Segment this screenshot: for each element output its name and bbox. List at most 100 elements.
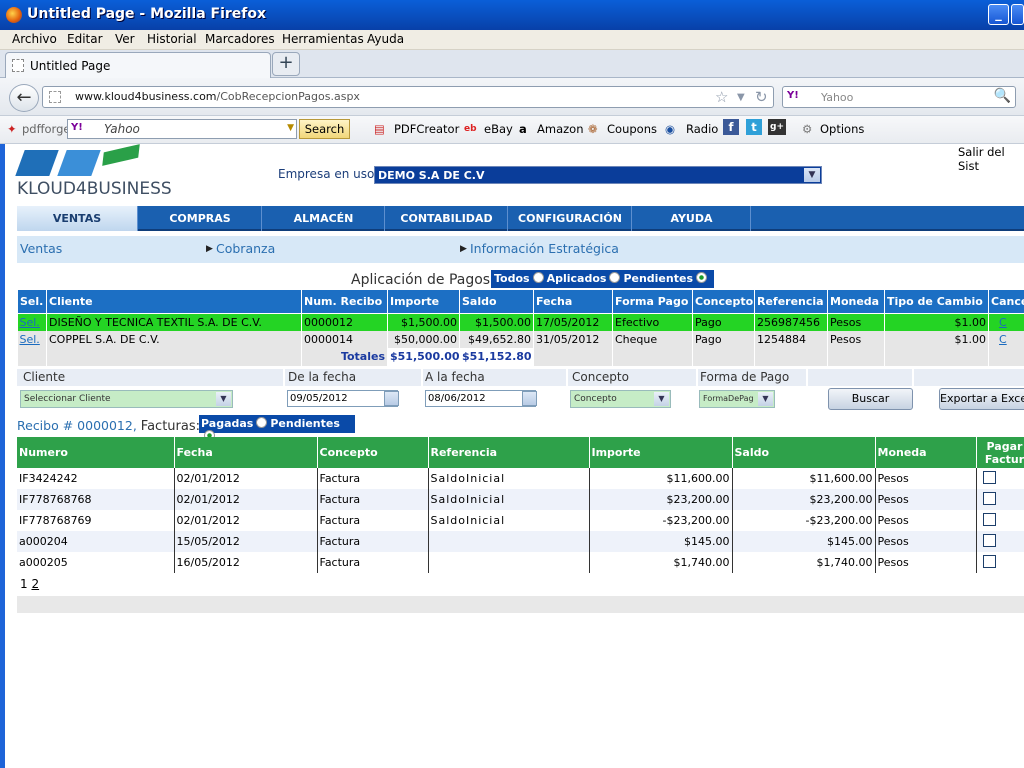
facebook-icon[interactable]: f [723, 119, 739, 135]
calendar-icon[interactable] [384, 391, 399, 406]
menu-ayuda[interactable]: Ayuda [367, 32, 404, 46]
calendar-icon[interactable] [522, 391, 537, 406]
chevron-down-icon[interactable]: ▼ [804, 168, 820, 182]
forma-select[interactable]: FormaDePag ▼ [699, 390, 775, 408]
exportar-button[interactable]: Exportar a Exce [939, 388, 1024, 410]
total-saldo: $51,152.80 [459, 347, 534, 366]
filter-pendientes-label: Pendientes [623, 272, 693, 285]
pdfforge-search-button[interactable]: Search [299, 119, 350, 139]
bookmark-star-icon[interactable]: ☆ [715, 88, 728, 106]
desde-date-input[interactable]: 09/05/2012 [287, 390, 399, 407]
table-header-row: Numero Fecha Concepto Referencia Importe… [17, 437, 1024, 468]
radio-link[interactable]: Radio [686, 122, 718, 136]
buscar-button[interactable]: Buscar [828, 388, 913, 410]
menu-ver[interactable]: Ver [115, 32, 135, 46]
menu-historial[interactable]: Historial [147, 32, 197, 46]
cancel-link[interactable]: C [999, 316, 1007, 329]
filter-aplicados-radio[interactable] [609, 272, 621, 283]
coupons-icon: ❁ [588, 122, 598, 136]
minimize-button[interactable]: _ [988, 4, 1009, 25]
pay-checkbox[interactable] [982, 491, 996, 505]
options-menu[interactable]: Options [820, 122, 864, 136]
empresa-select[interactable]: DEMO S.A DE C.V ▼ [374, 166, 822, 184]
col-cliente: Cliente [46, 289, 302, 314]
menu-archivo[interactable]: Archivo [12, 32, 57, 46]
chevron-down-icon[interactable]: ▼ [287, 123, 294, 133]
col-moneda: Moneda [827, 289, 885, 314]
hasta-date-input[interactable]: 08/06/2012 [425, 390, 537, 407]
new-tab-button[interactable]: + [272, 52, 300, 76]
cliente-label: Cliente [23, 370, 66, 384]
tab-untitled-page[interactable]: Untitled Page [5, 52, 271, 78]
pay-checkbox[interactable] [982, 554, 996, 568]
menu-herramientas[interactable]: Herramientas [282, 32, 364, 46]
subnav-ventas[interactable]: Ventas [20, 241, 62, 256]
payment-filter: Todos Aplicados Pendientes [491, 270, 714, 288]
back-button[interactable]: ← [9, 84, 39, 112]
col-tipo-cambio: Tipo de Cambio [884, 289, 989, 314]
col-sel: Sel. [17, 289, 47, 314]
coupons-link[interactable]: Coupons [607, 122, 657, 136]
table-row: IF778768768 02/01/2012 Factura SaldoInic… [17, 489, 1024, 510]
twitter-icon[interactable]: t [746, 119, 762, 135]
pay-checkbox[interactable] [982, 533, 996, 547]
reload-icon[interactable]: ↻ [755, 88, 768, 106]
search-input[interactable]: Yahoo [821, 91, 853, 104]
chevron-down-icon[interactable]: ▼ [758, 392, 773, 406]
cliente-select[interactable]: Seleccionar Cliente ▼ [20, 390, 233, 408]
col-moneda: Moneda [875, 437, 977, 468]
recibo-line: Recibo # 0000012, Facturas: [17, 418, 200, 434]
col-cancel: Cancel [988, 289, 1024, 314]
ebay-link[interactable]: eBay [484, 122, 513, 136]
chevron-down-icon[interactable]: ▼ [654, 392, 669, 406]
history-dropdown-icon[interactable]: ▼ [737, 92, 745, 103]
search-bar[interactable]: Y! Yahoo 🔍 [782, 86, 1016, 108]
table-header-row: Sel. Cliente Num. Recibo Importe Saldo F… [17, 289, 1024, 314]
nav-ventas[interactable]: VENTAS [17, 206, 138, 231]
amazon-link[interactable]: Amazon [537, 122, 583, 136]
concepto-select[interactable]: Concepto ▼ [570, 390, 671, 408]
pay-checkbox[interactable] [982, 470, 996, 484]
chevron-down-icon[interactable]: ▼ [216, 392, 231, 406]
google-plus-icon[interactable]: g+ [768, 119, 786, 135]
select-link[interactable]: Sel. [20, 316, 40, 329]
filter-todos-label: Todos [494, 272, 530, 285]
subnav-informacion[interactable]: Información Estratégica [470, 241, 619, 256]
nav-configuracion[interactable]: CONFIGURACIÓN [509, 206, 632, 231]
sub-nav: Ventas ▶ Cobranza ▶ Información Estratég… [17, 236, 1024, 263]
filter-pendientes-radio[interactable] [696, 272, 707, 283]
filter-todos-radio[interactable] [532, 272, 544, 283]
nav-almacen[interactable]: ALMACÉN [263, 206, 385, 231]
url-text: www.kloud4business.com/CobRecepcionPagos… [75, 90, 360, 103]
options-gear-icon: ⚙ [802, 122, 813, 136]
table-row: a000205 16/05/2012 Factura $1,740.00 $1,… [17, 552, 1024, 573]
nav-ayuda[interactable]: AYUDA [633, 206, 751, 231]
logout-link[interactable]: Salir del Sist [958, 145, 1024, 173]
maximize-button[interactable] [1011, 4, 1024, 25]
select-link[interactable]: Sel. [20, 333, 40, 346]
page-title: Aplicación de Pagos [351, 272, 491, 288]
pdfforge-search-input[interactable]: Y! Yahoo ▼ [67, 119, 297, 139]
pdfforge-brand[interactable]: pdfforge [22, 122, 70, 136]
subnav-cobranza[interactable]: Cobranza [216, 241, 275, 256]
recibo-link[interactable]: Recibo # 0000012, [17, 418, 137, 433]
url-bar[interactable]: www.kloud4business.com/CobRecepcionPagos… [42, 86, 774, 108]
menu-editar[interactable]: Editar [67, 32, 103, 46]
page-link-2[interactable]: 2 [31, 577, 39, 591]
table-row: IF778768769 02/01/2012 Factura SaldoInic… [17, 510, 1024, 531]
nav-compras[interactable]: COMPRAS [139, 206, 262, 231]
menu-marcadores[interactable]: Marcadores [205, 32, 275, 46]
totals-label: Totales [301, 347, 388, 366]
nav-contabilidad[interactable]: CONTABILIDAD [386, 206, 508, 231]
forma-label: Forma de Pago [700, 370, 790, 384]
footer-bar [17, 596, 1024, 613]
yahoo-icon[interactable]: Y! [787, 90, 799, 101]
radio-icon: ◉ [665, 122, 676, 136]
filter-pagadas-radio[interactable] [256, 417, 268, 428]
desde-label: De la fecha [288, 370, 357, 384]
search-icon[interactable]: 🔍 [994, 88, 1011, 104]
pay-checkbox[interactable] [982, 512, 996, 526]
pdfcreator-link[interactable]: PDFCreator [394, 122, 459, 136]
total-importe: $51,500.00 [387, 347, 460, 366]
cancel-link[interactable]: C [999, 333, 1007, 346]
